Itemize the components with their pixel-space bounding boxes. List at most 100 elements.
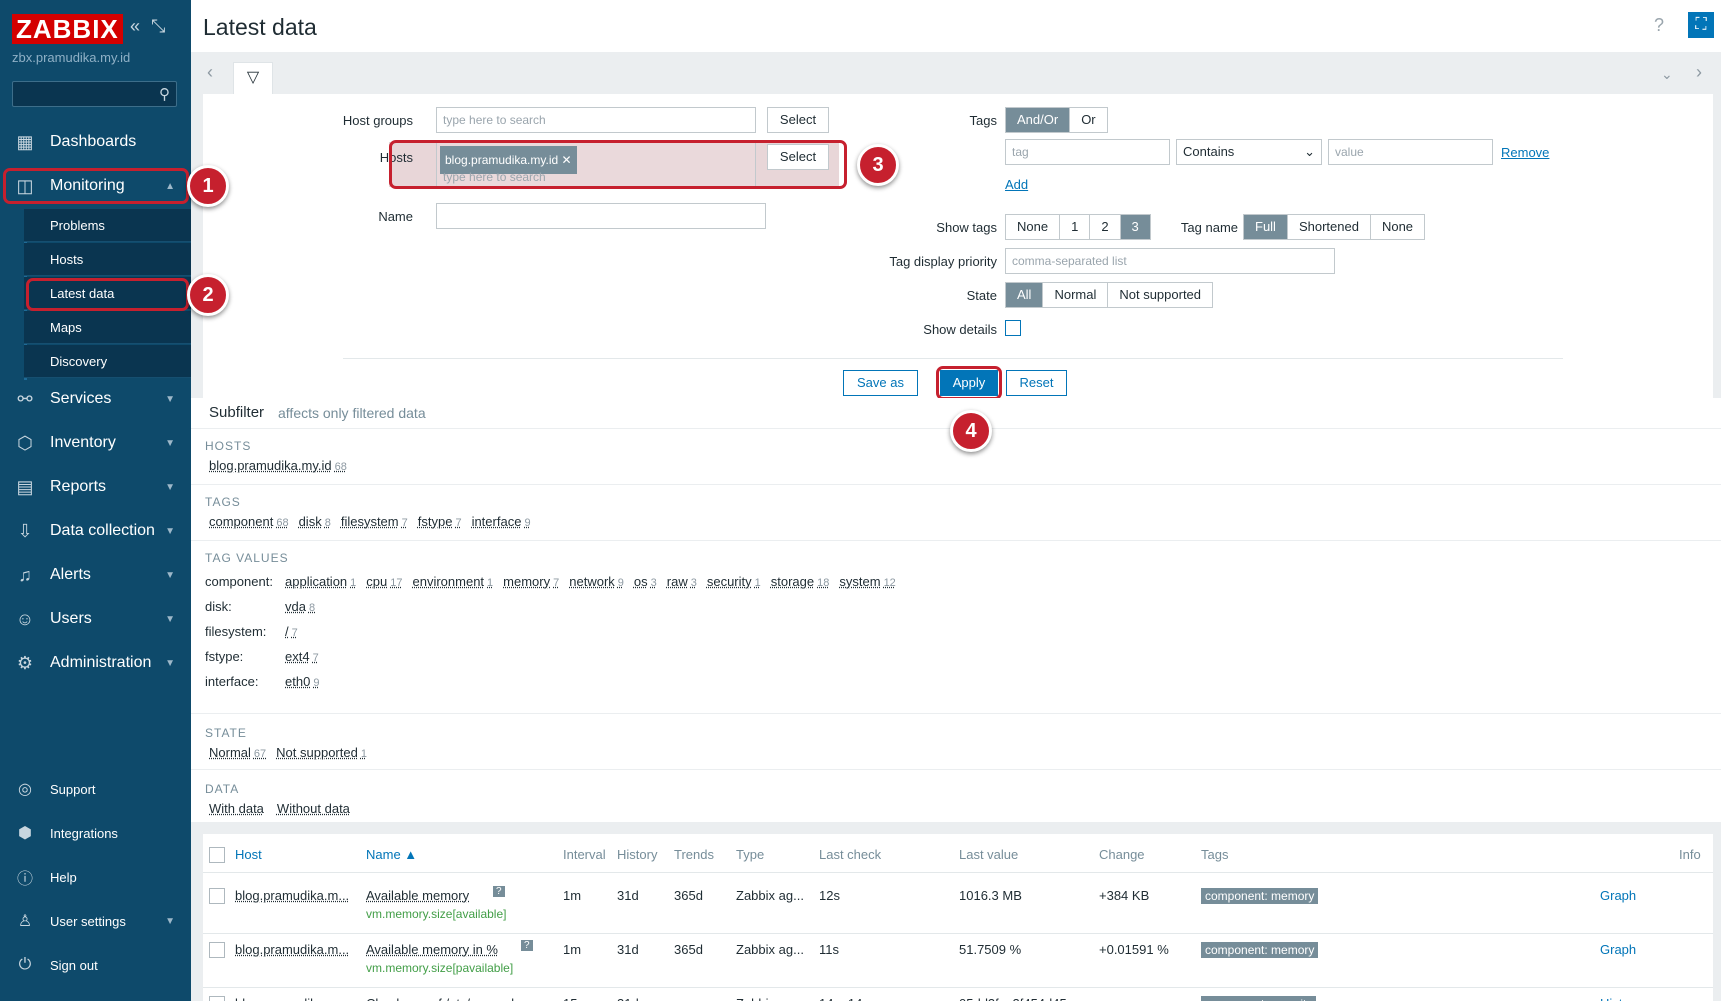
add-tag-link[interactable]: Add [1005,177,1028,192]
cell-host[interactable]: blog.pramudika.m... [235,888,349,903]
row-checkbox[interactable] [209,888,225,904]
tag-name-none[interactable]: None [1370,215,1425,239]
sidebar-item-data-collection[interactable]: ⇩ Data collection ▼ [0,511,191,551]
sidebar-item-discovery[interactable]: Discovery [24,345,191,378]
state-not-supported[interactable]: Not supported [1108,283,1213,307]
subfilter-data-item[interactable]: Without data [277,801,353,816]
subfilter-state-item[interactable]: Normal 67 [209,745,266,760]
chevron-down-icon[interactable]: ⌄ [1661,66,1673,83]
sidebar-item-hosts[interactable]: Hosts [24,243,191,276]
row-checkbox[interactable] [209,996,225,1001]
show-details-checkbox[interactable] [1005,320,1021,336]
tag-chip[interactable]: component: security [1201,996,1317,1001]
subfilter-tag-value-item[interactable]: ext4 7 [285,649,319,664]
subfilter-tag-value-item[interactable]: vda 8 [285,599,315,614]
reset-button[interactable]: Reset [1006,370,1067,396]
subfilter-tag-value-item[interactable]: os 3 [634,574,657,589]
tag-chip[interactable]: component: memory [1201,942,1319,958]
state-toggle[interactable]: All Normal Not supported [1005,282,1214,308]
subfilter-tag-value-item[interactable]: memory 7 [503,574,559,589]
item-description-icon[interactable]: ? [493,886,505,897]
subfilter-tag-value-item[interactable]: network 9 [569,574,624,589]
sidebar-user-settings[interactable]: ♙ User settings ▼ [0,901,191,941]
subfilter-tag-value-item[interactable]: security 1 [707,574,761,589]
chevron-right-icon[interactable]: › [1696,62,1702,83]
tag-name-toggle[interactable]: Full Shortened None [1243,214,1426,240]
tag-chip[interactable]: component: memory [1201,888,1319,904]
subfilter-tag-value-item[interactable]: raw 3 [667,574,697,589]
subfilter-tag-item[interactable]: component 68 [209,514,289,529]
row-checkbox[interactable] [209,942,225,958]
subfilter-tag-value-item[interactable]: storage 18 [771,574,830,589]
sidebar-support[interactable]: ◎ Support [0,769,191,809]
cell-host[interactable]: blog.pramudika.m... [235,942,349,957]
host-groups-input[interactable]: type here to search [436,107,756,133]
sidebar-item-users[interactable]: ☺ Users ▼ [0,599,191,639]
row-action-link[interactable]: Graph [1600,888,1636,903]
show-tags-2[interactable]: 2 [1090,215,1121,239]
kiosk-icon[interactable]: ⤡ [151,16,165,36]
fullscreen-icon[interactable]: ⛶ [1688,12,1714,38]
show-tags-none[interactable]: None [1006,215,1061,239]
row-action-link[interactable]: History [1600,996,1640,1001]
sidebar-item-maps[interactable]: Maps [24,311,191,344]
cell-host[interactable]: blog.pramudika.m... [235,996,349,1001]
sidebar-help[interactable]: ⓘ Help [0,857,191,897]
col-host[interactable]: Host [235,847,262,862]
row-action-link[interactable]: Graph [1600,942,1636,957]
subfilter-tag-item[interactable]: interface 9 [472,514,531,529]
subfilter-tag-item[interactable]: filesystem 7 [341,514,408,529]
subfilter-tag-value-item[interactable]: application 1 [285,574,356,589]
sidebar-integrations[interactable]: ⬢ Integrations [0,813,191,853]
select-all-checkbox[interactable] [209,847,225,863]
zabbix-logo[interactable]: ZABBIX [12,14,123,44]
state-all[interactable]: All [1006,283,1044,307]
subfilter-tag-item[interactable]: fstype 7 [418,514,462,529]
item-description-icon[interactable]: ? [521,940,533,951]
tag-operator-select[interactable]: Contains ⌄ [1176,139,1322,165]
show-tags-1[interactable]: 1 [1060,215,1091,239]
subfilter-tag-value-item[interactable]: environment 1 [413,574,494,589]
sidebar-item-inventory[interactable]: ⬡ Inventory ▼ [0,423,191,463]
subfilter-tag-value-item[interactable]: eth0 9 [285,674,319,689]
host-groups-select-button[interactable]: Select [767,107,829,133]
tag-priority-input[interactable]: comma-separated list [1005,248,1335,274]
sidebar-item-problems[interactable]: Problems [24,209,191,242]
tag-value-input[interactable]: value [1328,139,1493,165]
collapse-sidebar-icon[interactable]: « [130,16,140,36]
cell-name[interactable]: Available memory in % [366,942,498,957]
sidebar-item-alerts[interactable]: ♫ Alerts ▼ [0,555,191,595]
sidebar-item-administration[interactable]: ⚙ Administration ▼ [0,643,191,683]
show-tags-toggle[interactable]: None 1 2 3 [1005,214,1151,240]
sidebar-item-services[interactable]: ⚯ Services ▼ [0,379,191,419]
subfilter-state-item[interactable]: Not supported 1 [276,745,367,760]
cell-name[interactable]: Available memory [366,888,469,903]
state-normal[interactable]: Normal [1043,283,1109,307]
save-as-button[interactable]: Save as [843,370,918,396]
tags-mode-and-or[interactable]: And/Or [1006,108,1071,132]
show-tags-3[interactable]: 3 [1120,215,1150,239]
tags-mode-or[interactable]: Or [1070,108,1107,132]
sidebar-item-reports[interactable]: ▤ Reports ▼ [0,467,191,507]
chevron-left-icon[interactable]: ‹ [207,62,213,83]
subfilter-tag-value-item[interactable]: system 12 [839,574,895,589]
filter-tab[interactable]: ▽ [233,62,273,94]
tag-name-full[interactable]: Full [1244,215,1288,239]
subfilter-data-item[interactable]: With data [209,801,267,816]
search-icon[interactable]: ⚲ [159,85,170,103]
tag-input[interactable]: tag [1005,139,1170,165]
subfilter-host-item[interactable]: blog.pramudika.my.id 68 [209,458,347,473]
name-input[interactable] [436,203,766,229]
subfilter-tag-item[interactable]: disk 8 [299,514,331,529]
subfilter-tag-value-item[interactable]: /7 [285,624,298,639]
tag-name-shortened[interactable]: Shortened [1287,215,1371,239]
sidebar-sign-out[interactable]: ⏻ Sign out [0,945,191,985]
tags-mode-toggle[interactable]: And/Or Or [1005,107,1108,133]
col-name[interactable]: Name ▲ [366,847,417,862]
cell-name[interactable]: Checksum of /etc/passwd [366,996,514,1001]
sidebar-search-input[interactable]: ⚲ [12,81,177,107]
sidebar-item-dashboards[interactable]: ▦ Dashboards [0,122,191,162]
help-icon[interactable]: ? [1654,15,1664,36]
remove-tag-link[interactable]: Remove [1501,145,1549,160]
subfilter-tag-value-item[interactable]: cpu 17 [366,574,402,589]
